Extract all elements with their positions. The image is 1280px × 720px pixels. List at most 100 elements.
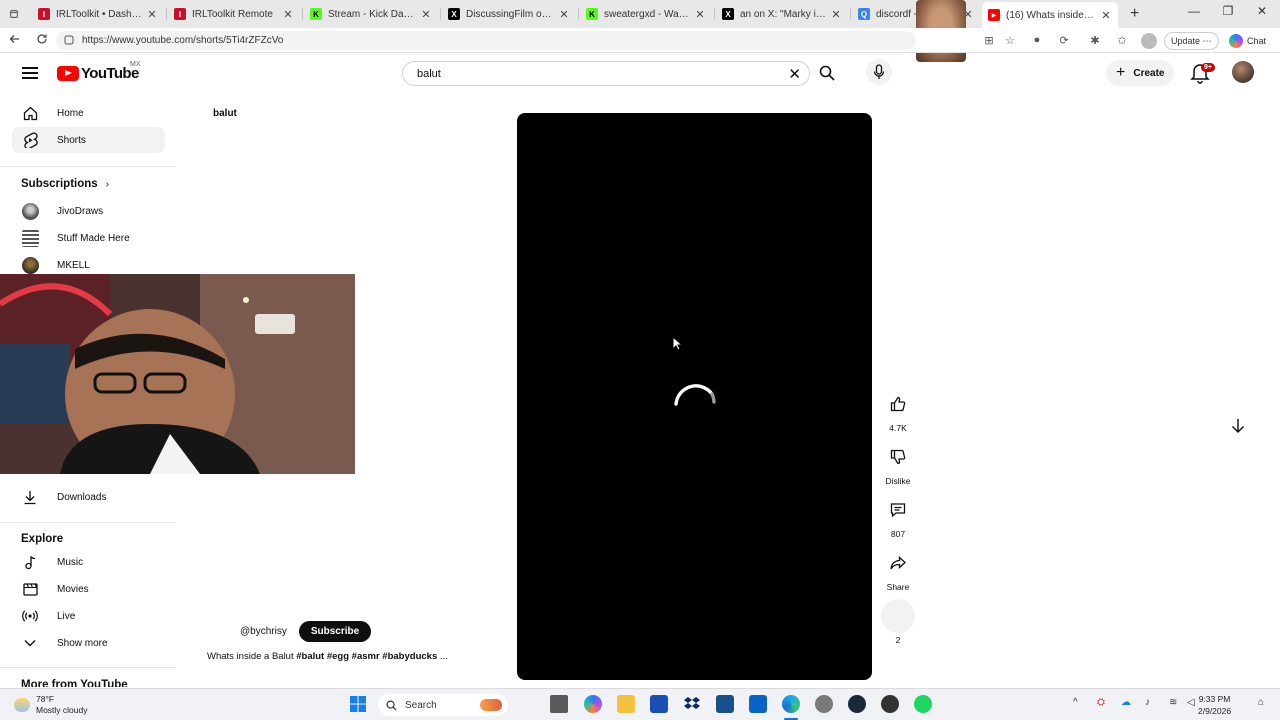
microphone-icon — [873, 64, 885, 79]
extension-icon[interactable]: ● — [1030, 34, 1044, 48]
settings-gear-icon[interactable] — [815, 695, 833, 713]
task-view-icon[interactable] — [550, 695, 568, 713]
favorites-icon[interactable]: ✩ — [1115, 34, 1129, 48]
browser-tab[interactable]: K sweatergxd - Watch clip ✕ — [580, 3, 712, 25]
like-button[interactable] — [881, 387, 915, 421]
next-short-button[interactable] — [1224, 412, 1252, 440]
terminal-app-icon[interactable] — [716, 695, 734, 713]
browser-tab-strip: I IRLToolkit • Dashboard ✕ I IRLToolkit … — [0, 0, 1280, 62]
volume-icon[interactable]: ◁ — [1187, 697, 1195, 708]
sidebar-item-subscription[interactable]: JivoDraws — [12, 198, 165, 224]
app-available-icon[interactable]: ⊞ — [982, 34, 996, 48]
extensions-icon[interactable]: ✱ — [1088, 34, 1102, 48]
youtube-logo[interactable]: YouTube MX — [57, 61, 141, 82]
back-button[interactable] — [7, 33, 23, 48]
search-button[interactable] — [812, 60, 842, 86]
sidebar-item-home[interactable]: Home — [12, 100, 165, 126]
favorite-star-icon[interactable]: ☆ — [1003, 34, 1017, 48]
short-title[interactable]: Whats inside a Balut #balut #egg #asmr #… — [207, 651, 448, 662]
tab-close-icon[interactable]: ✕ — [420, 8, 432, 21]
microphone-tray-icon[interactable]: ♪ — [1145, 697, 1150, 708]
tab-close-icon[interactable]: ✕ — [830, 8, 842, 21]
taskbar-search[interactable]: Search — [378, 694, 508, 716]
remix-button[interactable] — [881, 599, 915, 633]
minimize-button[interactable]: — — [1184, 4, 1204, 18]
restore-button[interactable]: ❐ — [1218, 4, 1238, 18]
voice-search-button[interactable] — [866, 59, 892, 85]
update-button[interactable]: Update ⋯ — [1164, 32, 1219, 50]
search-input[interactable] — [417, 67, 777, 80]
tab-close-icon[interactable]: ✕ — [146, 8, 158, 21]
browser-tab[interactable]: K Stream - Kick Dashboard ✕ — [304, 3, 438, 25]
clock-time: 9:33 PM — [1198, 694, 1231, 704]
spotify-icon[interactable] — [914, 695, 932, 713]
tab-actions-button[interactable] — [4, 3, 24, 25]
edge-browser-icon[interactable] — [782, 695, 800, 713]
like-action: 4.7K — [880, 387, 916, 433]
webcam-feed-image — [0, 274, 355, 474]
browser-tab[interactable]: I IRLToolkit • Dashboard ✕ — [32, 3, 164, 25]
irltoolkit-favicon-icon: I — [174, 8, 186, 20]
browser-tab-active[interactable]: ▶ (16) Whats inside a Balut ✕ — [982, 2, 1118, 28]
sidebar-item-music[interactable]: Music — [12, 549, 165, 575]
tray-app-icon[interactable]: ⛭ — [1097, 697, 1105, 708]
tab-close-icon[interactable]: ✕ — [558, 8, 570, 21]
menu-icon[interactable] — [22, 67, 38, 79]
steam-icon[interactable] — [848, 695, 866, 713]
word-app-icon[interactable] — [650, 695, 668, 713]
like-count: 4.7K — [889, 423, 907, 433]
sidebar-item-downloads[interactable]: Downloads — [12, 484, 165, 510]
copilot-icon — [1229, 34, 1243, 48]
tab-close-icon[interactable]: ✕ — [694, 8, 706, 21]
outlook-app-icon[interactable] — [749, 695, 767, 713]
show-hidden-icons-chevron-icon[interactable]: ^ — [1073, 697, 1078, 708]
tab-close-icon[interactable]: ✕ — [282, 8, 294, 21]
sidebar-item-movies[interactable]: Movies — [12, 576, 165, 602]
obs-studio-icon[interactable] — [881, 695, 899, 713]
browser-tab[interactable]: X an on X: "Marky isn't a ✕ — [716, 3, 848, 25]
file-explorer-icon[interactable] — [617, 695, 635, 713]
browser-tab[interactable]: X DiscussingFilm on X: "N ✕ — [442, 3, 576, 25]
copilot-app-icon[interactable] — [584, 695, 602, 713]
profile-icon[interactable] — [1141, 33, 1157, 49]
create-button[interactable]: + Create — [1106, 60, 1175, 86]
dropbox-icon[interactable] — [683, 695, 701, 713]
plus-icon: + — [1116, 64, 1126, 81]
url-field[interactable]: https://www.youtube.com/shorts/5Ti4rZFZc… — [56, 31, 916, 50]
share-button[interactable] — [881, 546, 915, 580]
more-from-youtube-heading: More from YouTube — [21, 679, 128, 687]
chevron-down-icon — [22, 635, 38, 651]
weather-description: Mostly cloudy — [36, 705, 88, 715]
system-clock[interactable]: 9:33 PM 2/9/2026 — [1198, 693, 1231, 717]
sidebar-item-live[interactable]: Live — [12, 603, 165, 629]
search-box: ✕ — [402, 61, 810, 86]
sidebar-item-subscription[interactable]: Stuff Made Here — [12, 225, 165, 251]
reload-button[interactable] — [34, 33, 50, 48]
plus-icon: + — [1130, 5, 1140, 22]
comments-button[interactable] — [881, 493, 915, 527]
copilot-chat-button[interactable]: Chat — [1229, 32, 1266, 50]
site-info-icon[interactable] — [64, 35, 74, 47]
show-more-button[interactable]: Show more — [12, 630, 165, 656]
subscribe-button[interactable]: Subscribe — [298, 621, 372, 642]
channel-row: @bychrisy Subscribe — [240, 621, 372, 642]
clear-search-icon[interactable]: ✕ — [788, 65, 801, 83]
sidebar-item-shorts[interactable]: Shorts — [12, 127, 165, 153]
onedrive-icon[interactable]: ☁ — [1121, 697, 1131, 708]
browser-tab[interactable]: I IRLToolkit Remote ✕ — [168, 3, 300, 25]
new-tab-button[interactable]: + — [1124, 3, 1144, 25]
dislike-button[interactable] — [881, 440, 915, 474]
windows-start-button[interactable] — [349, 695, 367, 713]
channel-handle-link[interactable]: @bychrisy — [240, 626, 287, 637]
short-hashtags[interactable]: #balut #egg #asmr #babyducks — [296, 651, 437, 662]
weather-widget[interactable]: 78°F Mostly cloudy — [14, 694, 88, 716]
dislike-label: Dislike — [885, 476, 911, 486]
subscriptions-heading[interactable]: Subscriptions › — [21, 178, 109, 190]
notification-center-icon[interactable]: ⌂ — [1258, 697, 1264, 708]
account-avatar[interactable] — [1232, 61, 1254, 83]
wifi-icon[interactable]: ≋ — [1169, 697, 1177, 708]
tab-close-icon[interactable]: ✕ — [1100, 9, 1112, 22]
refresh-extension-icon[interactable]: ⟳ — [1057, 34, 1071, 48]
close-window-button[interactable]: ✕ — [1252, 4, 1272, 18]
share-arrow-icon — [890, 556, 906, 570]
